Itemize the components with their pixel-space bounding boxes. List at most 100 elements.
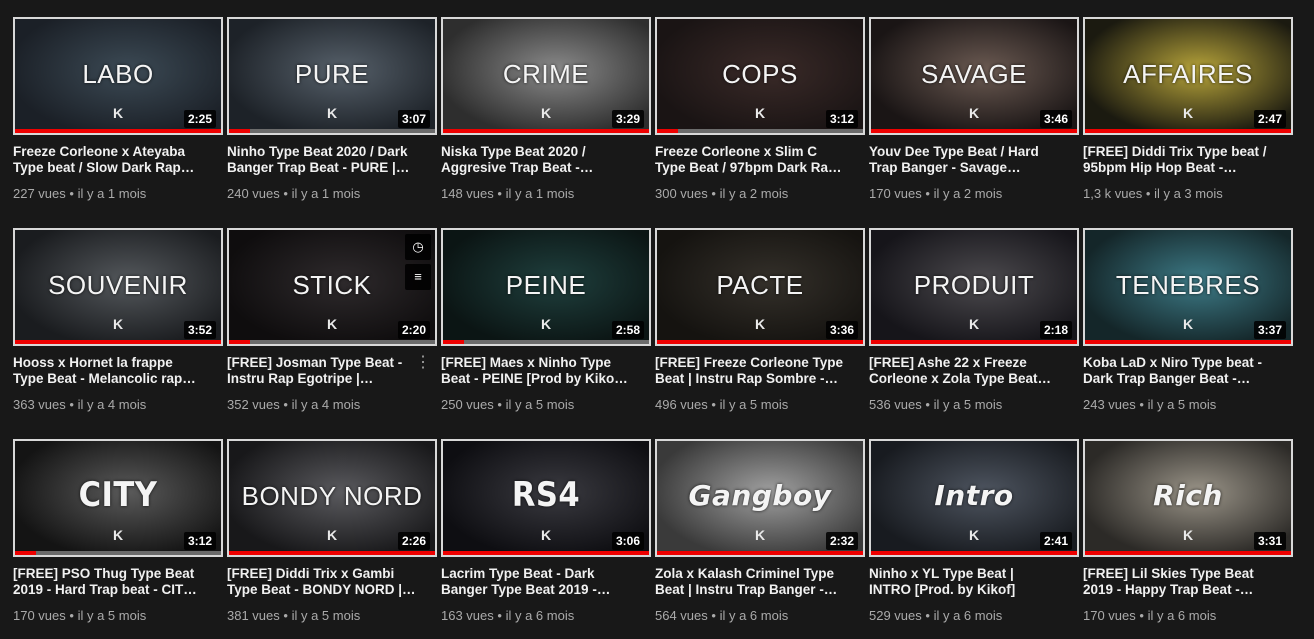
video-title[interactable]: Hooss x Hornet la frappe Type Beat - Mel…	[13, 355, 203, 387]
video-duration: 2:25	[183, 110, 216, 128]
video-thumbnail[interactable]: SOUVENIR K 3:52	[13, 228, 223, 346]
watch-progress-fill	[657, 551, 863, 555]
video-thumbnail[interactable]: Intro K 2:41	[869, 439, 1079, 557]
video-title[interactable]: [FREE] Maes x Ninho Type Beat - PEINE [P…	[441, 355, 631, 387]
upload-age: il y a 6 mois	[719, 608, 789, 623]
thumbnail-title-text: LABO	[82, 59, 154, 89]
channel-logo-icon: K	[326, 105, 338, 121]
watch-progress-track	[657, 551, 863, 555]
thumbnail-title-text: PRODUIT	[913, 270, 1035, 300]
video-thumbnail[interactable]: RS4 K 3:06	[441, 439, 651, 557]
video-thumbnail[interactable]: PACTE K 3:36	[655, 228, 865, 346]
video-title[interactable]: Lacrim Type Beat - Dark Banger Type Beat…	[441, 566, 631, 598]
video-title[interactable]: Niska Type Beat 2020 / Aggresive Trap Be…	[441, 144, 631, 176]
video-meta: 1,3 k vues • il y a 3 mois	[1083, 186, 1223, 201]
video-title[interactable]: Freeze Corleone x Slim C Type Beat / 97b…	[655, 144, 845, 176]
channel-logo-icon: K	[112, 316, 124, 332]
view-count: 170 vues	[1083, 608, 1136, 623]
video-card[interactable]: Intro K 2:41 Ninho x YL Type Beat | INTR…	[869, 439, 1079, 639]
meta-separator: •	[283, 186, 288, 201]
watch-progress-fill	[229, 129, 250, 133]
watch-progress-fill	[15, 129, 221, 133]
video-card[interactable]: PURE K 3:07 Ninho Type Beat 2020 / Dark …	[227, 17, 437, 217]
meta-separator: •	[711, 186, 716, 201]
video-thumbnail[interactable]: COPS K 3:12	[655, 17, 865, 135]
video-thumbnail[interactable]: AFFAIRES K 2:47	[1083, 17, 1293, 135]
watch-progress-track	[871, 129, 1077, 133]
view-count: 564 vues	[655, 608, 708, 623]
video-card[interactable]: AFFAIRES K 2:47 [FREE] Diddi Trix Type b…	[1083, 17, 1293, 217]
video-title[interactable]: Zola x Kalash Criminel Type Beat | Instr…	[655, 566, 845, 598]
view-count: 529 vues	[869, 608, 922, 623]
upload-age: il y a 5 mois	[291, 608, 361, 623]
video-thumbnail[interactable]: PURE K 3:07	[227, 17, 437, 135]
video-grid: LABO K 2:25 Freeze Corleone x Ateyaba Ty…	[0, 0, 1314, 635]
add-to-queue-icon[interactable]: ≡	[405, 264, 431, 290]
video-thumbnail[interactable]: Rich K 3:31	[1083, 439, 1293, 557]
video-card[interactable]: LABO K 2:25 Freeze Corleone x Ateyaba Ty…	[13, 17, 223, 217]
video-card[interactable]: PACTE K 3:36 [FREE] Freeze Corleone Type…	[655, 228, 865, 428]
video-title[interactable]: [FREE] Josman Type Beat - Instru Rap Ego…	[227, 355, 417, 387]
upload-age: il y a 4 mois	[77, 397, 147, 412]
video-title[interactable]: Freeze Corleone x Ateyaba Type beat / Sl…	[13, 144, 203, 176]
watch-progress-fill	[657, 340, 863, 344]
watch-progress-fill	[229, 340, 250, 344]
video-card[interactable]: Rich K 3:31 [FREE] Lil Skies Type Beat 2…	[1083, 439, 1293, 639]
video-card[interactable]: SAVAGE K 3:46 Youv Dee Type Beat / Hard …	[869, 17, 1079, 217]
video-thumbnail[interactable]: PRODUIT K 2:18	[869, 228, 1079, 346]
video-card[interactable]: STICK K ◷ ≡ 2:20 [FREE] Josman Type Beat…	[227, 228, 437, 428]
video-card[interactable]: BONDY NORD K 2:26 [FREE] Diddi Trix x Ga…	[227, 439, 437, 639]
video-card[interactable]: COPS K 3:12 Freeze Corleone x Slim C Typ…	[655, 17, 865, 217]
video-meta: 148 vues • il y a 1 mois	[441, 186, 574, 201]
video-title[interactable]: Youv Dee Type Beat / Hard Trap Banger - …	[869, 144, 1059, 176]
video-card[interactable]: TENEBRES K 3:37 Koba LaD x Niro Type bea…	[1083, 228, 1293, 428]
meta-separator: •	[283, 397, 288, 412]
meta-separator: •	[1145, 186, 1151, 201]
watch-later-icon[interactable]: ◷	[405, 234, 431, 260]
video-card[interactable]: SOUVENIR K 3:52 Hooss x Hornet la frappe…	[13, 228, 223, 428]
view-count: 170 vues	[869, 186, 922, 201]
meta-separator: •	[69, 608, 74, 623]
video-card[interactable]: Gangboy K 2:32 Zola x Kalash Criminel Ty…	[655, 439, 865, 639]
video-thumbnail[interactable]: CRIME K 3:29	[441, 17, 651, 135]
view-count: 381 vues	[227, 608, 280, 623]
video-title[interactable]: Koba LaD x Niro Type beat - Dark Trap Ba…	[1083, 355, 1273, 387]
video-duration: 3:31	[1253, 532, 1286, 550]
video-title[interactable]: [FREE] Diddi Trix Type beat / 95bpm Hip …	[1083, 144, 1273, 176]
video-thumbnail[interactable]: SAVAGE K 3:46	[869, 17, 1079, 135]
video-title[interactable]: [FREE] Lil Skies Type Beat 2019 - Happy …	[1083, 566, 1273, 598]
video-thumbnail[interactable]: LABO K 2:25	[13, 17, 223, 135]
video-meta: 243 vues • il y a 5 mois	[1083, 397, 1216, 412]
video-card[interactable]: CITY K 3:12 [FREE] PSO Thug Type Beat 20…	[13, 439, 223, 639]
thumbnail-title-text: RS4	[511, 475, 581, 515]
watch-progress-track	[15, 129, 221, 133]
watch-progress-fill	[1085, 551, 1291, 555]
video-thumbnail[interactable]: Gangboy K 2:32	[655, 439, 865, 557]
meta-separator: •	[925, 397, 930, 412]
view-count: 240 vues	[227, 186, 280, 201]
video-title[interactable]: Ninho Type Beat 2020 / Dark Banger Trap …	[227, 144, 417, 176]
video-thumbnail[interactable]: TENEBRES K 3:37	[1083, 228, 1293, 346]
thumbnail-title-text: Rich	[1153, 479, 1223, 512]
watch-progress-fill	[1085, 340, 1291, 344]
view-count: 163 vues	[441, 608, 494, 623]
video-thumbnail[interactable]: STICK K ◷ ≡ 2:20	[227, 228, 437, 346]
video-meta: 300 vues • il y a 2 mois	[655, 186, 788, 201]
watch-progress-fill	[229, 551, 435, 555]
video-title[interactable]: Ninho x YL Type Beat | INTRO [Prod. by K…	[869, 566, 1059, 598]
video-title[interactable]: [FREE] Diddi Trix x Gambi Type Beat - BO…	[227, 566, 417, 598]
channel-logo-icon: K	[968, 316, 980, 332]
channel-logo-icon: K	[754, 105, 766, 121]
video-thumbnail[interactable]: BONDY NORD K 2:26	[227, 439, 437, 557]
video-card[interactable]: CRIME K 3:29 Niska Type Beat 2020 / Aggr…	[441, 17, 651, 217]
upload-age: il y a 5 mois	[505, 397, 575, 412]
video-title[interactable]: [FREE] Freeze Corleone Type Beat | Instr…	[655, 355, 845, 387]
video-card[interactable]: PRODUIT K 2:18 [FREE] Ashe 22 x Freeze C…	[869, 228, 1079, 428]
more-vert-icon[interactable]: ⋮	[415, 355, 431, 371]
video-title[interactable]: [FREE] PSO Thug Type Beat 2019 - Hard Tr…	[13, 566, 203, 598]
video-card[interactable]: PEINE K 2:58 [FREE] Maes x Ninho Type Be…	[441, 228, 651, 428]
video-thumbnail[interactable]: CITY K 3:12	[13, 439, 223, 557]
video-thumbnail[interactable]: PEINE K 2:58	[441, 228, 651, 346]
video-card[interactable]: RS4 K 3:06 Lacrim Type Beat - Dark Bange…	[441, 439, 651, 639]
video-title[interactable]: [FREE] Ashe 22 x Freeze Corleone x Zola …	[869, 355, 1059, 387]
